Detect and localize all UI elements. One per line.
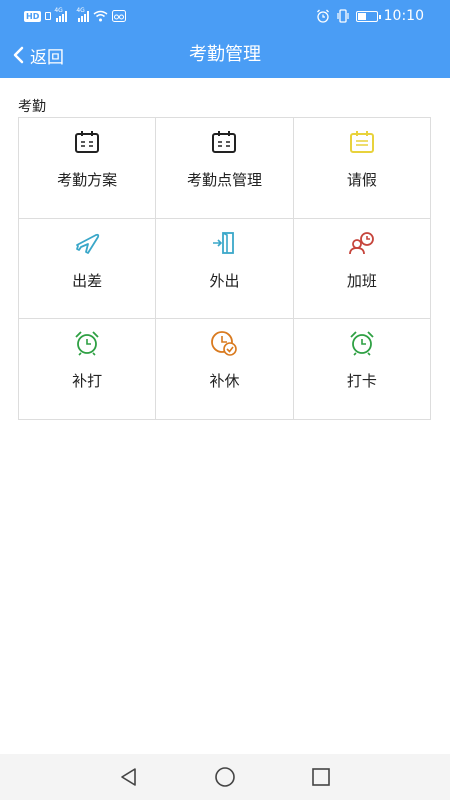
signal-sim2-icon: 4G	[76, 7, 90, 22]
clock-check-icon	[210, 329, 238, 357]
grid-item-label: 补休	[209, 372, 240, 391]
battery-icon	[355, 10, 381, 22]
grid-item-clock-in[interactable]: 打卡	[293, 319, 431, 420]
grid-item-leave[interactable]: 请假	[293, 118, 431, 219]
signal-sim1-icon: 4G	[54, 7, 68, 22]
system-nav-bar	[0, 754, 450, 800]
grid-item-label: 考勤方案	[57, 171, 118, 189]
status-left: HD 4G 4G	[24, 7, 127, 24]
nav-back-icon[interactable]	[118, 766, 140, 788]
nav-home-icon[interactable]	[214, 766, 236, 788]
clock-time: 10:10	[383, 8, 424, 24]
grid-item-go-out[interactable]: 外出	[156, 218, 294, 320]
wifi-icon	[93, 10, 108, 22]
hd-badge: HD	[24, 10, 42, 22]
back-button[interactable]: 返回	[12, 32, 64, 78]
alarm-clock-icon	[73, 329, 101, 357]
grid-item-label: 补打	[72, 372, 103, 391]
grid-item-business-trip[interactable]: 出差	[19, 218, 157, 320]
alarm-clock-icon	[348, 329, 376, 357]
airplane-icon	[73, 229, 101, 257]
grid-item-label: 外出	[209, 271, 240, 290]
attendance-grid: 考勤方案 考勤点管理 请假 出差 外出 加班 补打 补休 打卡	[18, 117, 431, 420]
section-title: 考勤	[18, 99, 46, 115]
calendar-icon	[73, 128, 101, 156]
sim2-type: 4G	[76, 7, 85, 14]
grid-item-overtime[interactable]: 加班	[293, 218, 431, 320]
data-saver-icon	[112, 10, 127, 22]
exit-door-icon	[210, 229, 238, 257]
overtime-clock-icon	[348, 229, 376, 257]
vibrate-icon	[337, 9, 349, 23]
back-label: 返回	[30, 47, 64, 68]
grid-item-label: 考勤点管理	[186, 171, 262, 189]
nav-recents-icon[interactable]	[310, 766, 332, 788]
app-bar: 返回 考勤管理	[0, 32, 450, 78]
grid-item-label: 出差	[72, 271, 103, 290]
calendar-list-icon	[348, 128, 376, 156]
grid-item-label: 请假	[346, 171, 377, 189]
status-bar: HD 4G 4G 10:10	[0, 0, 450, 32]
grid-item-supplement-punch[interactable]: 补打	[19, 319, 157, 420]
page-title: 考勤管理	[189, 44, 261, 65]
sim1-type: 4G	[54, 7, 63, 14]
status-right: 10:10	[316, 7, 424, 25]
lock-icon	[45, 12, 52, 20]
calendar-icon	[210, 128, 238, 156]
grid-item-attendance-point[interactable]: 考勤点管理	[156, 118, 294, 219]
alarm-icon	[316, 9, 329, 23]
grid-item-attendance-plan[interactable]: 考勤方案	[19, 118, 157, 219]
grid-item-label: 打卡	[346, 372, 377, 391]
grid-item-label: 加班	[346, 271, 377, 290]
chevron-left-icon	[13, 46, 24, 64]
grid-item-compensatory-leave[interactable]: 补休	[156, 319, 294, 420]
